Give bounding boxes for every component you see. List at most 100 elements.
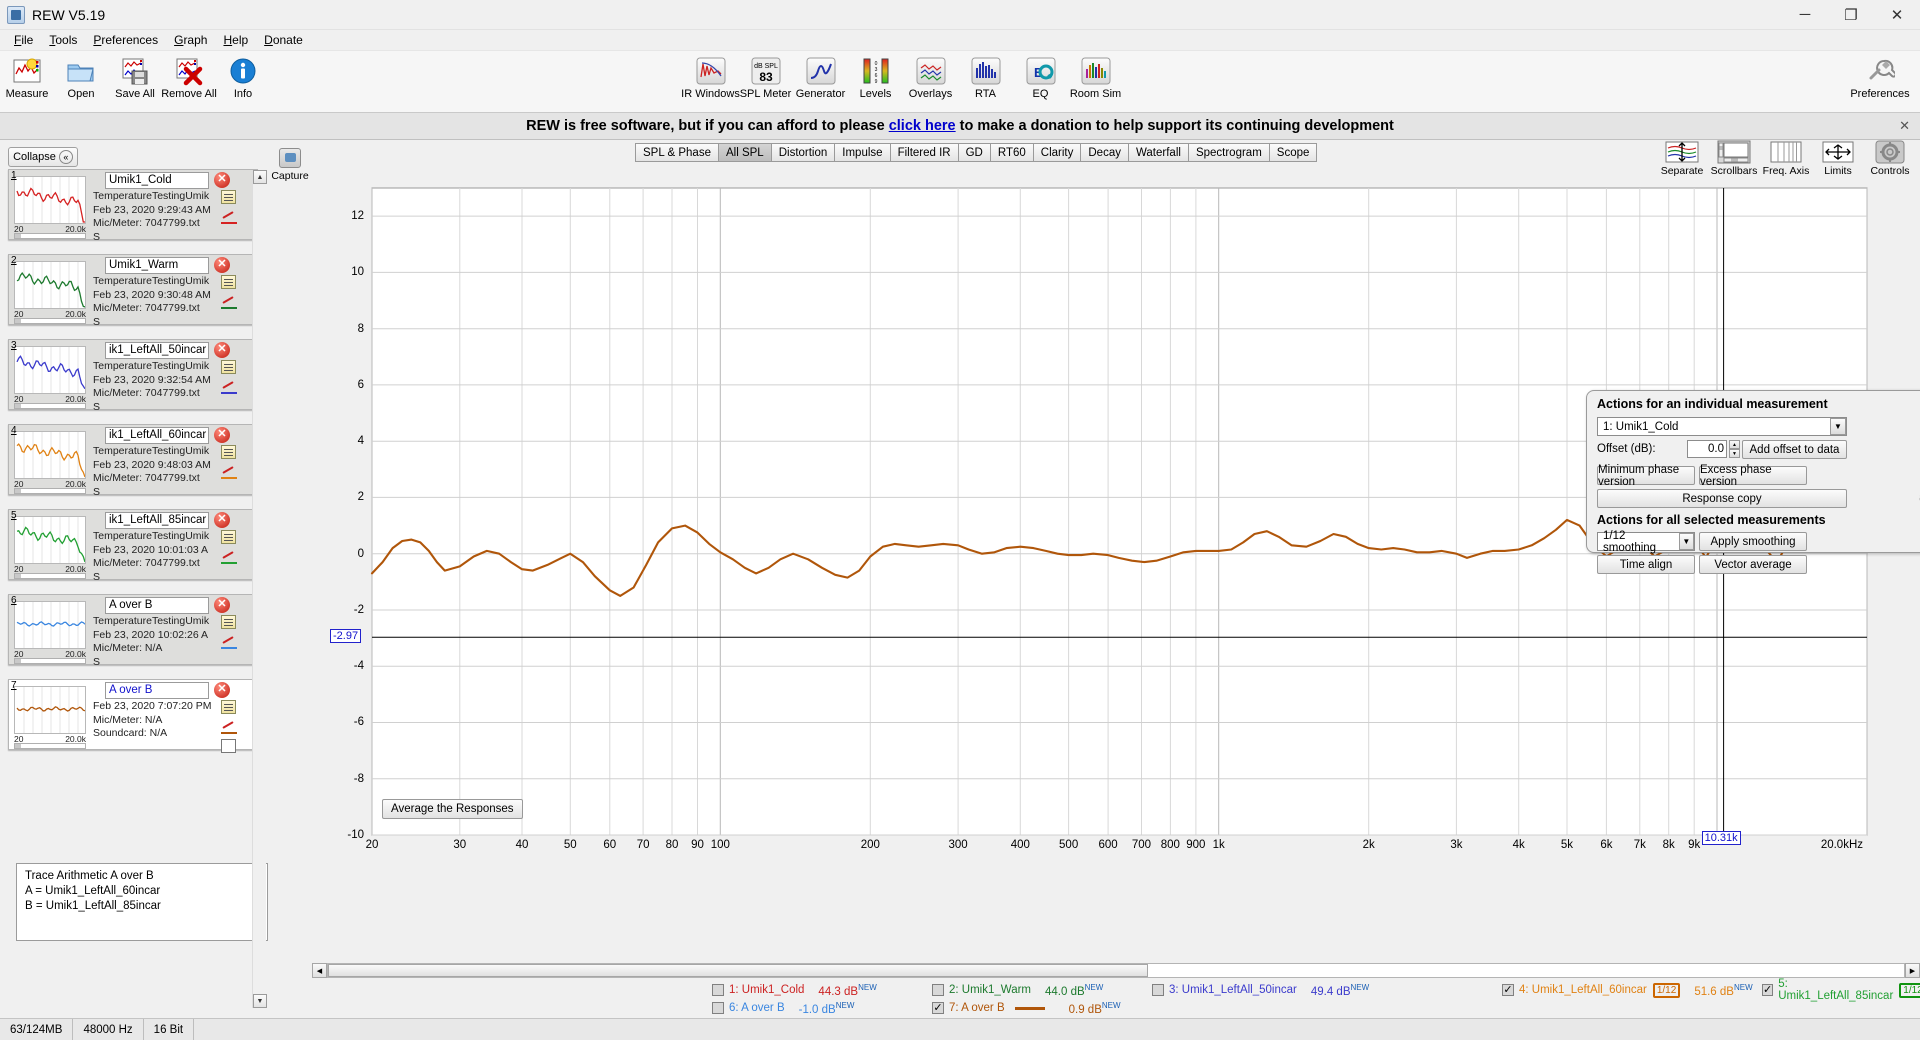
- measurement-name-input[interactable]: Umik1_Warm: [105, 257, 209, 274]
- legend-checkbox[interactable]: [932, 1002, 944, 1014]
- average-responses-button[interactable]: Average the Responses: [382, 799, 523, 819]
- toolbar-button-spl-meter[interactable]: dB SPL 83 SPL Meter: [738, 54, 793, 100]
- measurement-name-input[interactable]: ik1_LeftAll_50incar: [105, 342, 209, 359]
- thumbnail-slider[interactable]: [14, 488, 86, 494]
- measurement-name-input[interactable]: A over B: [105, 597, 209, 614]
- pen-icon[interactable]: [221, 461, 237, 473]
- offset-stepper[interactable]: ▲ ▼: [1729, 440, 1740, 458]
- tab-rt60[interactable]: RT60: [989, 143, 1034, 162]
- toolbar-button-save-all[interactable]: Save All: [108, 54, 162, 100]
- delete-measurement-icon[interactable]: ✕: [214, 342, 230, 358]
- measurement-card[interactable]: 7 20 20.0k A over B ✕ Feb 23, 2020 7:07:20 PM…: [8, 679, 258, 753]
- legend-smoothing-badge[interactable]: 1/12: [1652, 982, 1681, 998]
- toolbar-button-preferences[interactable]: Preferences: [1846, 54, 1914, 100]
- measurement-card[interactable]: 5 20 20.0k ik1_LeftAll_85incar ✕ TemperatureT…: [8, 509, 258, 583]
- chevron-down-icon[interactable]: ▼: [1678, 533, 1694, 550]
- menu-item-preferences[interactable]: Preferences: [85, 31, 166, 49]
- close-button[interactable]: ✕: [1874, 0, 1920, 30]
- notes-icon[interactable]: [221, 360, 236, 374]
- thumbnail-slider[interactable]: [14, 318, 86, 324]
- graph-horizontal-scrollbar[interactable]: ◀ ▶: [312, 963, 1920, 978]
- trace-color-icon[interactable]: [221, 644, 237, 652]
- delete-measurement-icon[interactable]: ✕: [214, 512, 230, 528]
- legend-checkbox[interactable]: [1152, 984, 1164, 996]
- offset-input[interactable]: 0.0: [1687, 440, 1727, 458]
- legend-checkbox[interactable]: [712, 984, 724, 996]
- trace-color-icon[interactable]: [221, 729, 237, 737]
- delete-measurement-icon[interactable]: ✕: [214, 682, 230, 698]
- notes-icon[interactable]: [221, 530, 236, 544]
- capture-icon[interactable]: [279, 148, 301, 168]
- legend-checkbox[interactable]: [1502, 984, 1514, 996]
- delete-measurement-icon[interactable]: ✕: [214, 172, 230, 188]
- measurement-card[interactable]: 4 20 20.0k ik1_LeftAll_60incar ✕ TemperatureT…: [8, 424, 258, 498]
- pen-icon[interactable]: [221, 716, 237, 728]
- pen-icon[interactable]: [221, 631, 237, 643]
- thumbnail-slider[interactable]: [14, 573, 86, 579]
- sidebar-scroll-down-icon[interactable]: ▼: [253, 994, 267, 1008]
- stepper-up-icon[interactable]: ▲: [1729, 440, 1740, 449]
- toolbar-button-levels[interactable]: 0 3 6 9 Levels: [848, 54, 903, 100]
- vector-average-button[interactable]: Vector average: [1699, 555, 1807, 574]
- collapse-button[interactable]: Collapse «: [8, 147, 78, 167]
- trace-color-icon[interactable]: [221, 304, 237, 312]
- toolbar-button-open[interactable]: Open: [54, 54, 108, 100]
- sidebar-scroll-up-icon[interactable]: ▲: [253, 170, 267, 184]
- notes-icon[interactable]: [221, 700, 236, 714]
- legend-item[interactable]: 2: Umik1_Warm 44.0 dBNEW: [932, 981, 1103, 999]
- tab-spl-phase[interactable]: SPL & Phase: [635, 143, 719, 162]
- minimize-button[interactable]: ─: [1782, 0, 1828, 30]
- apply-smoothing-button[interactable]: Apply smoothing: [1699, 532, 1807, 551]
- toolbar-button-overlays[interactable]: Overlays: [903, 54, 958, 100]
- sidebar-scrollbar[interactable]: ▲ ▼: [252, 170, 267, 1008]
- notes-icon[interactable]: [221, 445, 236, 459]
- trace-color-icon[interactable]: [221, 474, 237, 482]
- legend-checkbox[interactable]: [932, 984, 944, 996]
- measurement-card[interactable]: 1 20 20.0k Umik1_Cold ✕ TemperatureTestingUmi…: [8, 169, 258, 243]
- scroll-right-icon[interactable]: ▶: [1905, 963, 1920, 978]
- notes-icon[interactable]: [221, 615, 236, 629]
- legend-item[interactable]: 1: Umik1_Cold 44.3 dBNEW: [712, 981, 877, 999]
- legend-item[interactable]: 7: A over B 0.9 dBNEW: [932, 999, 1121, 1017]
- toolbar-button-generator[interactable]: Generator: [793, 54, 848, 100]
- legend-checkbox[interactable]: [712, 1002, 724, 1014]
- legend-smoothing-badge[interactable]: 1/12: [1899, 982, 1920, 998]
- tab-impulse[interactable]: Impulse: [834, 143, 891, 162]
- menu-item-donate[interactable]: Donate: [256, 31, 311, 49]
- trace-color-icon[interactable]: [221, 559, 237, 567]
- scroll-track[interactable]: [327, 963, 1905, 978]
- legend-item[interactable]: 5: Umik1_LeftAll_85incar1/1250.7 dBNEW: [1762, 978, 1920, 1002]
- thumbnail-slider[interactable]: [14, 233, 86, 239]
- measurement-select[interactable]: 1: Umik1_Cold ▼: [1597, 417, 1847, 436]
- response-copy-button[interactable]: Response copy: [1597, 489, 1847, 508]
- add-offset-button[interactable]: Add offset to data: [1742, 440, 1847, 459]
- maximize-button[interactable]: ❐: [1828, 0, 1874, 30]
- menu-item-file[interactable]: File: [6, 31, 41, 49]
- toolbar-button-room-sim[interactable]: Room Sim: [1068, 54, 1123, 100]
- toolbar-button-rta[interactable]: RTA: [958, 54, 1013, 100]
- thumbnail-slider[interactable]: [14, 658, 86, 664]
- thumbnail-slider[interactable]: [14, 743, 86, 749]
- graph-tabs[interactable]: SPL & Phase All SPL Distortion Impulse Filte…: [635, 143, 1318, 162]
- pen-icon[interactable]: [221, 376, 237, 388]
- measurement-name-input[interactable]: A over B: [105, 682, 209, 699]
- tab-gd[interactable]: GD: [957, 143, 991, 162]
- banner-close-icon[interactable]: ✕: [1899, 118, 1910, 134]
- measurement-card[interactable]: 3 20 20.0k ik1_LeftAll_50incar ✕ TemperatureT…: [8, 339, 258, 413]
- tab-waterfall[interactable]: Waterfall: [1127, 143, 1189, 162]
- measurement-name-input[interactable]: Umik1_Cold: [105, 172, 209, 189]
- tab-clarity[interactable]: Clarity: [1032, 143, 1082, 162]
- pen-icon[interactable]: [221, 206, 237, 218]
- stepper-down-icon[interactable]: ▼: [1729, 449, 1740, 458]
- toolbar-button-ir-windows[interactable]: IR Windows: [681, 54, 740, 100]
- delete-measurement-icon[interactable]: ✕: [214, 257, 230, 273]
- pen-icon[interactable]: [221, 546, 237, 558]
- menu-item-help[interactable]: Help: [215, 31, 256, 49]
- minimum-phase-button[interactable]: Minimum phase version: [1597, 464, 1695, 488]
- delete-measurement-icon[interactable]: ✕: [214, 427, 230, 443]
- donate-link[interactable]: click here: [889, 118, 956, 134]
- legend-item[interactable]: 4: Umik1_LeftAll_60incar 1/12 51.6 dBNEW: [1502, 981, 1753, 999]
- scroll-thumb[interactable]: [328, 964, 1148, 977]
- notes-icon[interactable]: [221, 190, 236, 204]
- tab-scope[interactable]: Scope: [1268, 143, 1318, 162]
